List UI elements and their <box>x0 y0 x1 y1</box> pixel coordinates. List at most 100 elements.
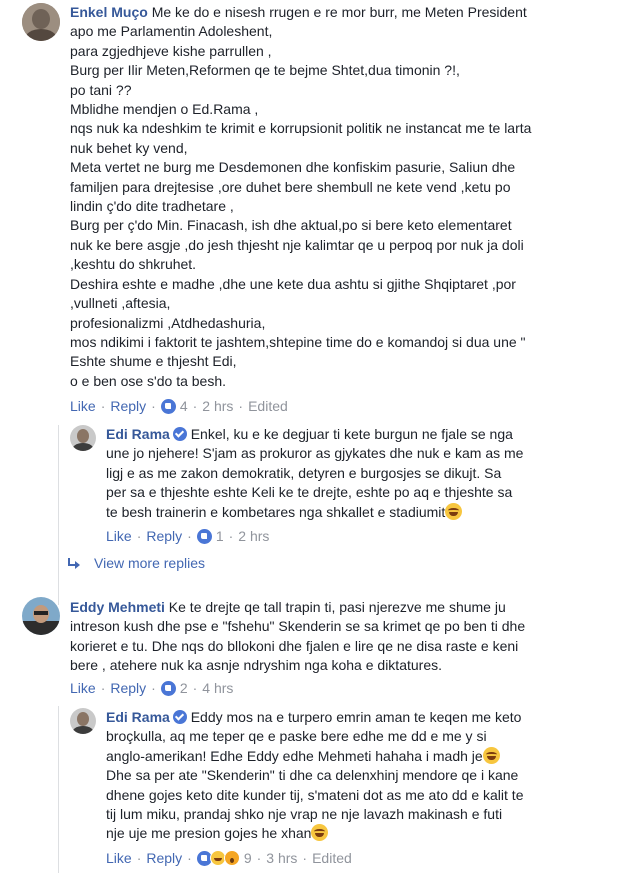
separator: · <box>228 528 234 544</box>
reply-button[interactable]: Reply <box>146 528 182 544</box>
comment-line: Eshte shume e thjesht Edi, <box>70 353 237 370</box>
timestamp[interactable]: 4 hrs <box>202 680 233 696</box>
comment-line: Ke te drejte qe tall trapin ti, pasi nje… <box>168 599 506 615</box>
comment-body: Edi Rama Enkel, ku e ke degjuar ti kete … <box>106 425 611 522</box>
comment-line: nje uje me presion gojes he xhan <box>106 825 312 842</box>
reply-button[interactable]: Reply <box>110 398 146 414</box>
comment-line: broçkulla, aq me teper qe e paske bere e… <box>106 728 487 745</box>
separator: · <box>100 680 106 696</box>
comment-line: apo me Parlamentin Adoleshent, <box>70 23 273 40</box>
like-reaction-icon <box>160 398 176 414</box>
separator: · <box>151 398 156 414</box>
comment-line: dhene gojes keto dite kunder tij, s'mate… <box>106 786 524 803</box>
comment-line: Me ke do e nisesh rrugen e re mor burr, … <box>151 4 527 20</box>
comment-author[interactable]: Enkel Muço <box>70 4 148 20</box>
comment-line: nqs nuk ka ndeshkim te krimit e korrupsi… <box>70 120 532 137</box>
edited-label[interactable]: Edited <box>248 398 288 414</box>
view-more-replies-label: View more replies <box>94 555 206 571</box>
reply-arrow-icon <box>68 558 80 569</box>
like-button[interactable]: Like <box>106 528 132 544</box>
comment-line: Deshira eshte e madhe ,dhe une kete dua … <box>70 275 516 292</box>
separator: · <box>136 528 142 544</box>
laughing-emoji-icon <box>311 824 329 842</box>
reply-button[interactable]: Reply <box>110 680 146 696</box>
comment-line: familjen para drejtesise ,ore duhet bere… <box>70 178 511 195</box>
separator: · <box>256 850 262 866</box>
avatar-image <box>70 708 96 734</box>
comment-line: tij lum miku, prandaj shko nje vrap ne n… <box>106 806 503 823</box>
comment-line: para zgjedhjeve kishe parrullen , <box>70 42 272 59</box>
reactions-count[interactable]: 9 <box>196 850 252 866</box>
view-more-replies-link[interactable]: View more replies <box>68 555 205 571</box>
comment-line: Enkel, ku e ke degjuar ti kete burgun ne… <box>190 426 513 442</box>
comment-line: lindin ç'do dite tradhetare , <box>70 198 234 215</box>
comment-author[interactable]: Eddy Mehmeti <box>70 599 165 615</box>
reaction-count: 1 <box>215 528 224 544</box>
edited-label[interactable]: Edited <box>312 850 352 866</box>
comment-line: Burg per Ilir Meten,Reformen qe te bejme… <box>70 62 460 79</box>
comment-actions: Like · Reply · 9 · 3 hrs · Edited <box>106 850 352 866</box>
comment-line: ligj e as me zakon demokratik, detyren e… <box>106 464 502 481</box>
like-button[interactable]: Like <box>70 680 96 696</box>
comment-line: per sa e thjeshte eshte Keli ke te drejt… <box>106 484 513 501</box>
comment-line: Meta vertet ne burg me Desdemonen dhe ko… <box>70 159 516 176</box>
separator: · <box>187 850 192 866</box>
separator: · <box>151 680 156 696</box>
separator: · <box>302 850 308 866</box>
comment-line: mos ndikimi i faktorit te jashtem,shtepi… <box>70 333 526 350</box>
like-reaction-icon <box>196 528 212 544</box>
comment-line: nuk behet ky vend, <box>70 139 188 156</box>
reply-thread-line <box>58 425 59 605</box>
comment-line: ,keshtu do shkruhet. <box>70 256 197 273</box>
comment-line: Dhe sa per ate "Skenderin" ti dhe ca del… <box>106 767 519 784</box>
reaction-count: 9 <box>243 850 252 866</box>
comment-body: Edi Rama Eddy mos na e turpero emrin ama… <box>106 708 611 844</box>
comment-line: po tani ?? <box>70 81 132 98</box>
laughing-emoji-icon <box>445 502 463 520</box>
comment-line: nuk ke bere asgje ,do jesh thjesht nje k… <box>70 236 524 253</box>
separator: · <box>136 850 142 866</box>
avatar[interactable] <box>70 708 96 734</box>
like-button[interactable]: Like <box>106 850 132 866</box>
avatar[interactable] <box>70 425 96 451</box>
reply-button[interactable]: Reply <box>146 850 182 866</box>
avatar-image <box>22 3 60 41</box>
avatar[interactable] <box>22 597 60 635</box>
comment-line: korieret e tu. Dhe nqs do bllokoni dhe f… <box>70 637 519 654</box>
verified-badge-icon <box>172 710 187 724</box>
avatar[interactable] <box>22 3 60 41</box>
comment-line: profesionalizmi ,Atdhedashuria, <box>70 314 266 331</box>
comment-line: Eddy mos na e turpero emrin aman te keqe… <box>190 709 522 725</box>
comment-author[interactable]: Edi Rama <box>106 426 170 442</box>
comment-line: Mblidhe mendjen o Ed.Rama , <box>70 101 259 118</box>
like-reaction-icon <box>160 680 176 696</box>
comment-line: te besh trainerin e kombetares nga shkal… <box>106 503 446 520</box>
timestamp[interactable]: 3 hrs <box>266 850 297 866</box>
timestamp[interactable]: 2 hrs <box>238 528 269 544</box>
separator: · <box>187 528 192 544</box>
comment-actions: Like · Reply · 2 · 4 hrs <box>70 680 233 696</box>
comment-line: une jo njehere! S'jam as prokuror as gjy… <box>106 445 524 462</box>
comment-body: Eddy Mehmeti Ke te drejte qe tall trapin… <box>70 598 610 676</box>
separator: · <box>192 680 198 696</box>
separator: · <box>238 398 244 414</box>
reply-thread-line <box>58 706 59 873</box>
reactions-count[interactable]: 4 <box>160 398 188 414</box>
laughing-emoji-icon <box>482 746 500 764</box>
separator: · <box>100 398 106 414</box>
comment-author[interactable]: Edi Rama <box>106 709 170 725</box>
comment-line: o e ben ose s'do ta besh. <box>70 372 227 389</box>
wow-reaction-icon <box>223 850 240 866</box>
comment-line: ,vullneti ,aftesia, <box>70 295 171 312</box>
like-button[interactable]: Like <box>70 398 96 414</box>
comment-body: Enkel Muço Me ke do e nisesh rrugen e re… <box>70 3 610 391</box>
reactions-count[interactable]: 1 <box>196 528 224 544</box>
comment-actions: Like · Reply · 4 · 2 hrs · Edited <box>70 398 288 414</box>
avatar-image <box>70 425 96 451</box>
reaction-count: 2 <box>179 680 188 696</box>
timestamp[interactable]: 2 hrs <box>202 398 233 414</box>
verified-badge-icon <box>172 427 187 441</box>
comment-line: intreson kush dhe pse e "fshehu" Skender… <box>70 618 526 635</box>
separator: · <box>192 398 198 414</box>
reactions-count[interactable]: 2 <box>160 680 188 696</box>
